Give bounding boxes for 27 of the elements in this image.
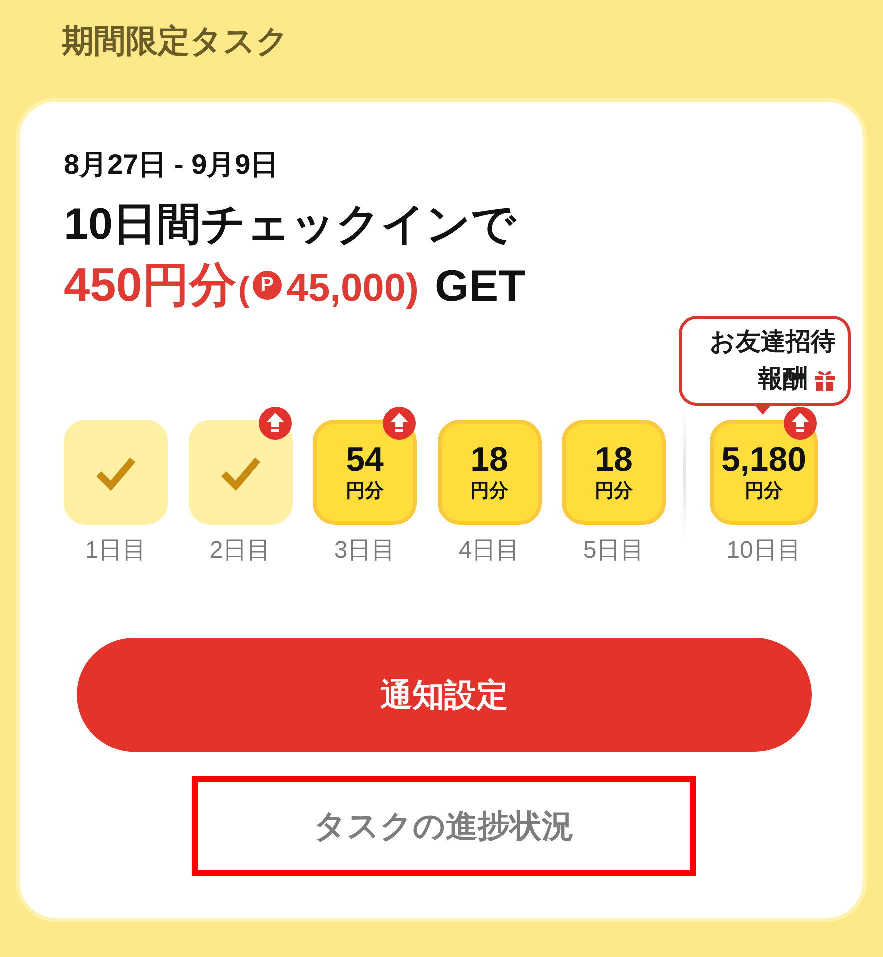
campaign-headline: 10日間チェックインで <box>64 199 516 251</box>
reward-suffix: GET <box>435 261 526 313</box>
reward-total: 450円分 <box>64 257 236 313</box>
reward-unit: 円分 <box>595 480 633 504</box>
points-open-paren: ( <box>238 270 250 311</box>
campaign-period: 8月27日 - 9月9日 <box>64 150 279 180</box>
gift-icon <box>814 368 836 390</box>
points-mark: P <box>252 270 282 300</box>
day-label: 10日目 <box>726 537 802 565</box>
day-label: 4日目 <box>458 537 520 565</box>
reward-amount: 18 <box>470 440 508 478</box>
day-label: 1日目 <box>85 537 147 565</box>
tooltip-text: お友達招待 <box>710 327 836 358</box>
notification-settings-button[interactable]: 通知設定 <box>77 638 812 752</box>
section-title: 期間限定タスク <box>62 22 289 61</box>
reward-amount: 5,180 <box>721 440 807 478</box>
day-label: 3日目 <box>334 537 396 565</box>
tooltip-text: 報酬 <box>758 364 808 395</box>
reward-unit: 円分 <box>346 480 384 504</box>
day-label: 2日目 <box>210 537 272 565</box>
points-amount: 45,000) <box>286 266 420 312</box>
task-progress-link[interactable]: タスクの進捗状況 <box>314 806 574 846</box>
reward-amount: 54 <box>346 440 384 478</box>
reward-unit: 円分 <box>745 480 783 504</box>
reward-amount: 18 <box>595 440 633 478</box>
day-label: 5日目 <box>583 537 645 565</box>
reward-unit: 円分 <box>470 480 508 504</box>
